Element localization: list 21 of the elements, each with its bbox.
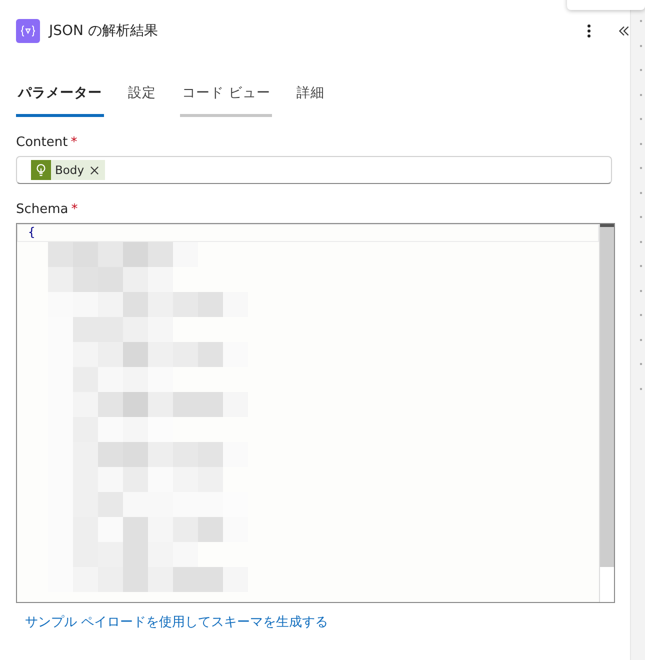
bulb-icon [31,160,51,180]
scrollbar[interactable] [599,224,614,602]
scrollbar-thumb[interactable] [600,224,614,567]
tab[interactable]: 詳細 [294,84,326,117]
json-braces-icon [16,19,40,43]
field-label: Schema [16,202,68,217]
collapse-icon[interactable] [618,25,630,37]
more-options-icon[interactable] [587,24,591,38]
panel-title: JSON の解析結果 [49,22,159,40]
tab[interactable]: 設定 [126,84,158,117]
token-label: Body [55,163,84,177]
body-token[interactable]: Body [31,160,106,180]
field-label: Content [16,135,68,150]
tab[interactable]: コード ビュー [180,84,272,117]
content-field[interactable]: Body [16,156,612,184]
close-icon[interactable] [90,166,100,174]
generate-schema-link[interactable]: サンプル ペイロードを使用してスキーマを生成する [25,613,328,631]
required-mark: * [71,202,78,217]
tab[interactable]: パラメーター [16,84,104,117]
required-mark: * [70,135,78,150]
code-editor[interactable]: { [16,223,615,603]
